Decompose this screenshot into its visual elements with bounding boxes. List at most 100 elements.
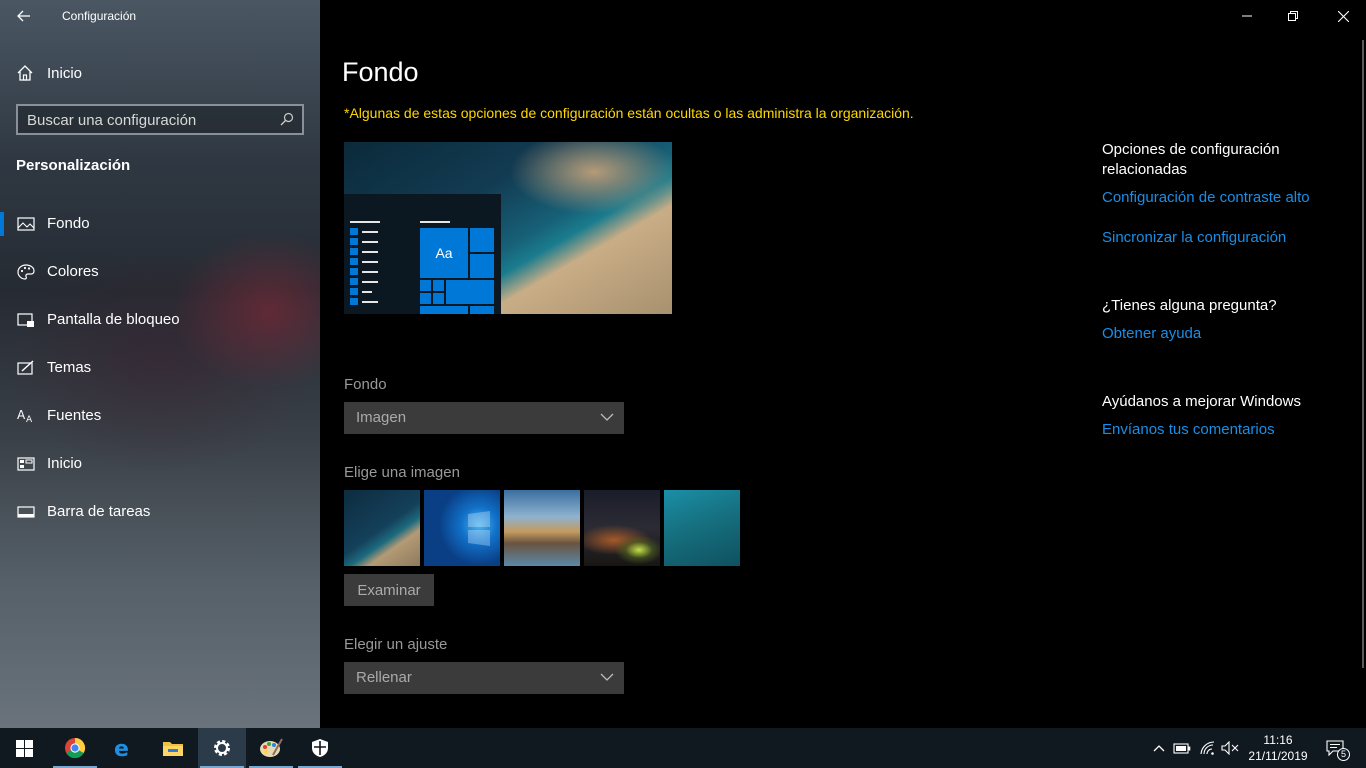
preview-menu-tile xyxy=(350,298,358,305)
settings-icon xyxy=(214,740,230,756)
send-feedback-link[interactable]: Envíanos tus comentarios xyxy=(1102,421,1275,438)
chevron-down-icon xyxy=(600,413,614,421)
preview-tile-aa: Aa xyxy=(420,228,468,278)
windows-logo-image xyxy=(468,511,490,546)
page-title: Fondo xyxy=(342,57,419,87)
minimize-button[interactable] xyxy=(1224,0,1270,32)
preview-menu-line xyxy=(350,221,380,223)
preview-menu-tile xyxy=(350,268,358,275)
sidebar-item-colores[interactable]: Colores xyxy=(0,252,320,292)
sidebar-item-label: Inicio xyxy=(47,455,83,472)
restore-button[interactable] xyxy=(1270,0,1316,32)
show-hidden-icons-button[interactable] xyxy=(1149,738,1169,758)
thumbnail-night-tent[interactable] xyxy=(584,490,660,566)
sidebar-item-label: Barra de tareas xyxy=(47,503,151,520)
close-button[interactable] xyxy=(1320,0,1366,32)
fonts-icon: A A xyxy=(17,408,33,424)
preview-menu-line xyxy=(420,221,450,223)
start-button[interactable] xyxy=(0,728,48,768)
clock-date: 21/11/2019 xyxy=(1248,749,1308,763)
background-value: Imagen xyxy=(356,409,407,426)
thumbnail-rocks[interactable] xyxy=(504,490,580,566)
high-contrast-link[interactable]: Configuración de contraste alto xyxy=(1102,189,1310,206)
thumbnail-coast[interactable] xyxy=(344,490,420,566)
sync-settings-link[interactable]: Sincronizar la configuración xyxy=(1102,229,1286,246)
preview-menu-line xyxy=(362,301,378,303)
preview-menu-tile xyxy=(350,228,358,235)
taskbar-security[interactable] xyxy=(296,728,344,768)
chevron-down-icon xyxy=(600,673,614,681)
preview-tile xyxy=(420,280,431,291)
sidebar-item-barra-de-tareas[interactable]: Barra de tareas xyxy=(0,492,320,532)
preview-menu-line xyxy=(362,281,378,283)
thumbnail-windows[interactable] xyxy=(424,490,500,566)
taskbar-chrome[interactable] xyxy=(51,728,99,768)
related-settings-heading: Opciones de configuración relacionadas xyxy=(1102,141,1280,178)
background-dropdown[interactable]: Imagen xyxy=(344,402,624,434)
sidebar-item-fuentes[interactable]: A A Fuentes xyxy=(0,396,320,436)
sidebar-item-pantalla-de-bloqueo[interactable]: Pantalla de bloqueo xyxy=(0,300,320,340)
preview-menu-tile xyxy=(350,238,358,245)
svg-text:A: A xyxy=(26,415,33,424)
preview-menu-tile xyxy=(350,278,358,285)
search-icon[interactable] xyxy=(280,112,294,126)
improve-windows-heading: Ayúdanos a mejorar Windows xyxy=(1102,393,1301,410)
search-box[interactable] xyxy=(16,104,304,135)
sidebar-item-label: Fuentes xyxy=(47,407,102,424)
palette-icon xyxy=(17,264,35,280)
taskbar-settings[interactable] xyxy=(198,728,246,768)
sidebar-item-temas[interactable]: Temas xyxy=(0,348,320,388)
preview-menu-tile xyxy=(350,258,358,265)
preview-menu-line xyxy=(362,271,378,273)
preview-start-menu: Aa xyxy=(344,194,501,314)
thumbnail-underwater[interactable] xyxy=(664,490,740,566)
browse-button[interactable]: Examinar xyxy=(344,574,434,606)
wifi-icon xyxy=(1200,741,1215,755)
sidebar-item-inicio[interactable]: Inicio xyxy=(0,444,320,484)
preview-tile xyxy=(470,306,494,314)
preview-menu-line xyxy=(362,251,378,253)
taskbar-paint[interactable] xyxy=(247,728,295,768)
fit-dropdown[interactable]: Rellenar xyxy=(344,662,624,694)
preview-menu-line xyxy=(362,231,378,233)
main-content: Fondo *Algunas de estas opciones de conf… xyxy=(320,0,1366,728)
sidebar-item-label: Fondo xyxy=(47,215,90,232)
system-clock[interactable]: 11:16 21/11/2019 xyxy=(1246,732,1310,764)
network-tray[interactable] xyxy=(1198,738,1218,758)
scrollbar[interactable] xyxy=(1362,40,1364,668)
sidebar-item-label: Colores xyxy=(47,263,99,280)
sidebar-home-link[interactable]: Inicio xyxy=(0,56,320,90)
get-help-link[interactable]: Obtener ayuda xyxy=(1102,325,1201,342)
lock-screen-icon xyxy=(17,313,34,327)
section-title: Personalización xyxy=(16,157,131,174)
search-input[interactable] xyxy=(27,111,267,129)
taskbar-file-explorer[interactable] xyxy=(149,728,197,768)
volume-tray[interactable] xyxy=(1220,738,1240,758)
svg-text:e: e xyxy=(114,737,129,759)
chevron-up-icon xyxy=(1153,745,1165,752)
window-title: Configuración xyxy=(62,9,137,23)
windows-start-icon xyxy=(15,739,33,757)
close-icon xyxy=(1337,10,1349,22)
organization-warning: *Algunas de estas opciones de configurac… xyxy=(344,105,914,121)
battery-charging-icon xyxy=(1173,743,1191,754)
action-center-button[interactable]: 5 xyxy=(1322,738,1350,761)
choose-image-label: Elige una imagen xyxy=(344,464,460,481)
preview-tile xyxy=(446,280,494,304)
back-button[interactable] xyxy=(10,4,38,28)
security-shield-icon xyxy=(312,739,328,757)
preview-tile xyxy=(470,254,494,278)
taskbar-edge[interactable]: e xyxy=(100,728,148,768)
themes-icon xyxy=(17,360,34,375)
sidebar-item-fondo[interactable]: Fondo xyxy=(0,204,320,244)
preview-tile xyxy=(420,306,468,314)
sidebar-item-label: Temas xyxy=(47,359,92,376)
picture-icon xyxy=(17,217,35,231)
fit-value: Rellenar xyxy=(356,669,412,686)
battery-tray[interactable] xyxy=(1172,738,1192,758)
sidebar: Configuración Inicio Personalización Fon… xyxy=(0,0,320,728)
preview-tile xyxy=(420,293,431,304)
chrome-icon xyxy=(65,737,86,759)
minimize-icon xyxy=(1242,15,1252,17)
arrow-left-icon xyxy=(17,10,30,22)
